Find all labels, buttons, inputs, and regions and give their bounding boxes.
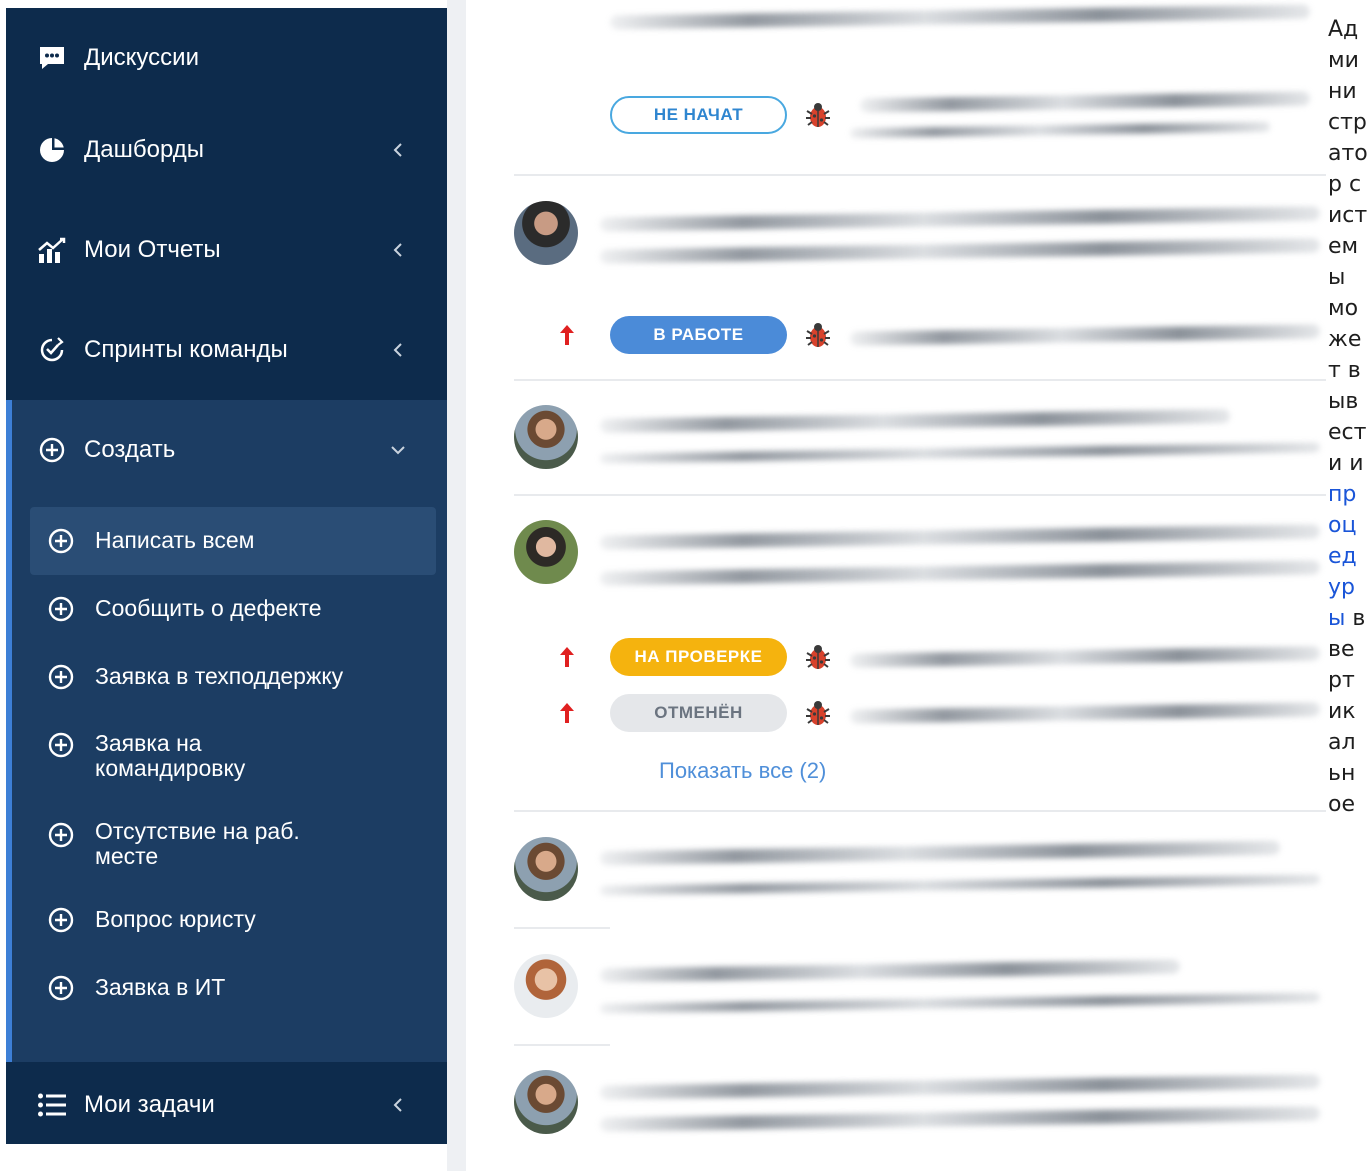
sidebar-item-dashboards[interactable]: Дашборды — [6, 100, 447, 200]
blurred-text — [599, 992, 1321, 1014]
avatar[interactable] — [514, 520, 578, 584]
submenu-item-label: Заявка в техподдержку — [95, 663, 344, 689]
sidebar: Дискуссии Дашборды Мои Отчеты Спринты ко… — [6, 8, 447, 1144]
status-badge-cancelled[interactable]: ОТМЕНЁН — [610, 694, 787, 732]
chevron-left-icon — [390, 342, 406, 358]
sidebar-item-label: Дискуссии — [84, 44, 199, 71]
pie-chart-icon — [36, 134, 68, 166]
avatar[interactable] — [514, 837, 578, 901]
side-description-text: Администратор системы может вывести и пр… — [1328, 14, 1368, 820]
priority-up-arrow-icon — [560, 647, 574, 667]
blurred-text — [849, 324, 1321, 346]
sprint-cycle-icon — [36, 334, 68, 366]
submenu-item-label: Заявка в ИТ — [95, 974, 226, 1000]
plus-circle-icon — [46, 973, 76, 1003]
submenu-item-label: Отсутствие на раб. месте — [95, 818, 300, 869]
submenu-item-support-request[interactable]: Заявка в техподдержку — [30, 643, 436, 711]
submenu-item-report-defect[interactable]: Сообщить о дефекте — [30, 575, 436, 643]
sidebar-item-create[interactable]: Создать — [6, 400, 447, 500]
submenu-item-it-request[interactable]: Заявка в ИТ — [30, 957, 436, 1025]
status-badge-not-started[interactable]: НЕ НАЧАТ — [610, 96, 787, 134]
submenu-item-absence[interactable]: Отсутствие на раб. месте — [30, 799, 436, 889]
blurred-text — [599, 442, 1321, 464]
create-submenu: Создать Написать всем Сообщить о дефекте… — [6, 400, 447, 1062]
task-list-icon — [36, 1089, 68, 1121]
priority-up-arrow-icon — [560, 703, 574, 723]
status-badge-on-review[interactable]: НА ПРОВЕРКЕ — [610, 638, 787, 676]
bug-icon — [806, 701, 830, 725]
side-text-before: Администратор системы может вывести и — [1328, 17, 1368, 476]
blurred-text — [849, 702, 1321, 724]
feed-divider — [514, 174, 1326, 176]
bug-icon — [806, 645, 830, 669]
plus-circle-icon — [46, 820, 76, 850]
status-badge-in-work[interactable]: В РАБОТЕ — [610, 316, 787, 354]
submenu-item-label: Сообщить о дефекте — [95, 595, 322, 621]
sidebar-item-team-sprints[interactable]: Спринты команды — [6, 300, 447, 400]
submenu-item-write-all[interactable]: Написать всем — [30, 507, 436, 575]
blurred-text — [859, 91, 1311, 113]
submenu-item-label: Вопрос юристу — [95, 906, 256, 932]
blurred-text — [609, 4, 1311, 30]
sidebar-item-label: Дашборды — [84, 136, 204, 163]
plus-circle-icon — [46, 905, 76, 935]
blurred-text — [599, 1106, 1321, 1132]
blurred-text — [599, 206, 1321, 232]
chevron-left-icon — [390, 142, 406, 158]
plus-circle-icon — [46, 526, 76, 556]
blurred-text — [599, 560, 1321, 586]
submenu-item-business-trip[interactable]: Заявка на командировку — [30, 711, 436, 799]
sidebar-item-my-tasks[interactable]: Мои задачи — [6, 1068, 447, 1142]
avatar[interactable] — [514, 1070, 578, 1134]
blurred-text — [599, 409, 1231, 433]
avatar[interactable] — [514, 201, 578, 265]
blurred-text — [849, 121, 1271, 139]
plus-circle-icon — [46, 730, 76, 760]
chevron-left-icon — [390, 242, 406, 258]
feed-divider — [514, 494, 1326, 496]
chevron-down-icon — [390, 442, 406, 458]
sidebar-item-discussions[interactable]: Дискуссии — [6, 8, 447, 108]
submenu-item-label: Написать всем — [95, 527, 255, 553]
sidebar-gutter — [447, 0, 466, 1171]
plus-circle-icon — [46, 594, 76, 624]
chevron-left-icon — [390, 1097, 406, 1113]
side-text-after: в вертикальное — [1328, 606, 1366, 817]
blurred-text — [599, 959, 1181, 983]
avatar[interactable] — [514, 405, 578, 469]
sidebar-item-label: Создать — [84, 436, 176, 463]
avatar[interactable] — [514, 954, 578, 1018]
blurred-text — [599, 840, 1281, 866]
blurred-text — [599, 874, 1321, 896]
blurred-text — [599, 524, 1321, 550]
feed-divider — [514, 379, 1326, 381]
sidebar-item-label: Мои Отчеты — [84, 236, 221, 263]
plus-circle-icon — [36, 434, 68, 466]
bug-icon — [806, 103, 830, 127]
bug-icon — [806, 323, 830, 347]
blurred-text — [849, 646, 1321, 668]
sidebar-item-label: Спринты команды — [84, 336, 288, 363]
sidebar-item-my-reports[interactable]: Мои Отчеты — [6, 200, 447, 300]
sidebar-item-label: Мои задачи — [84, 1091, 215, 1118]
reports-chart-icon — [36, 234, 68, 266]
feed-divider — [514, 810, 1326, 812]
blurred-text — [599, 238, 1321, 264]
show-all-link[interactable]: Показать все (2) — [659, 758, 826, 784]
submenu-item-legal-question[interactable]: Вопрос юристу — [30, 889, 436, 957]
plus-circle-icon — [46, 662, 76, 692]
priority-up-arrow-icon — [560, 325, 574, 345]
submenu-item-label: Заявка на командировку — [95, 730, 246, 781]
blurred-text — [599, 1074, 1321, 1100]
feed-divider — [514, 927, 610, 929]
feed-divider — [514, 1044, 610, 1046]
chat-bubble-icon — [36, 42, 68, 74]
